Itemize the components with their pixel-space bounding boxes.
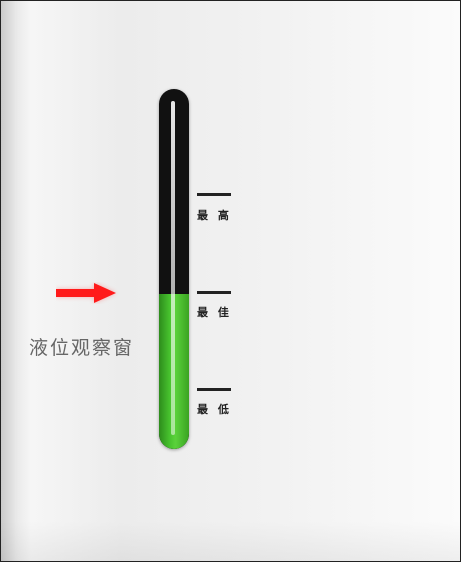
observation-window-label: 液位观察窗 <box>29 337 135 359</box>
optimal-mark-label: 最 佳 <box>197 306 232 319</box>
optimal-mark-line <box>197 291 231 294</box>
max-mark-label: 最 高 <box>197 209 232 222</box>
illustration: 最 高 最 佳 最 低 液位观察窗 <box>0 0 461 562</box>
min-mark-label: 最 低 <box>197 403 232 416</box>
tube-highlight <box>171 101 175 435</box>
max-mark-line <box>197 193 231 196</box>
liquid-level-gauge <box>159 89 189 449</box>
min-mark-line <box>197 388 231 391</box>
arrow-right-icon <box>56 283 116 303</box>
